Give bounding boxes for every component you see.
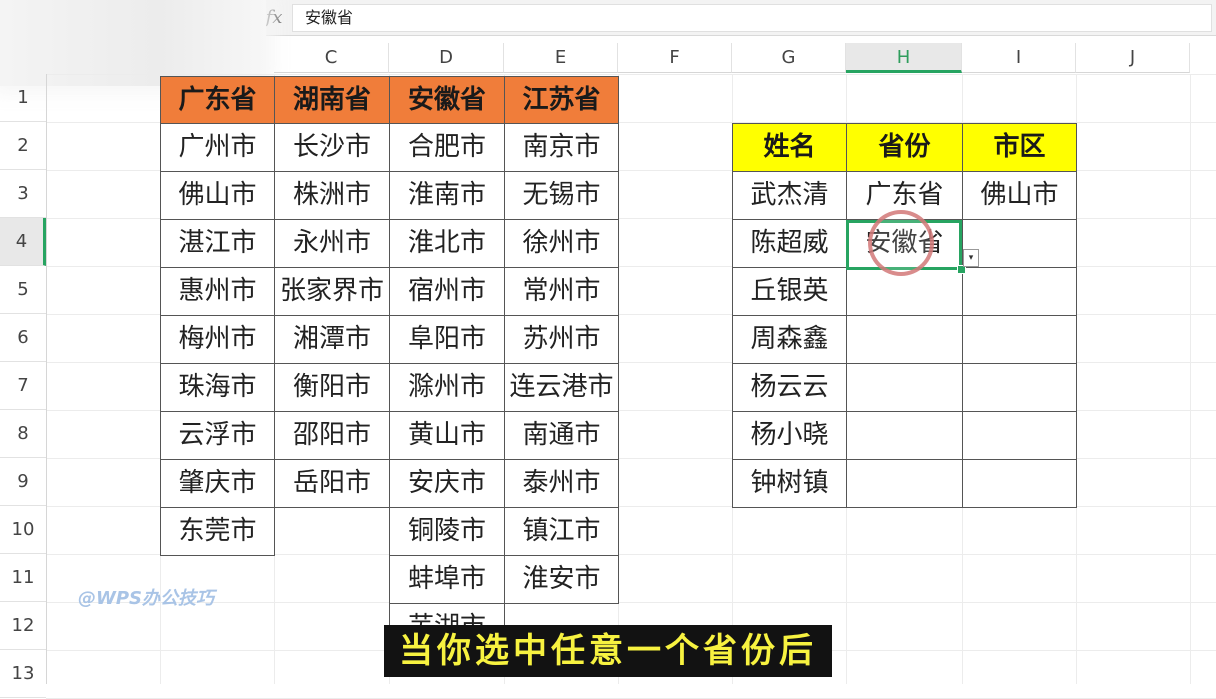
city-cell[interactable]: 淮北市 <box>389 219 505 268</box>
city-cell[interactable]: 苏州市 <box>504 315 619 364</box>
city-cell[interactable]: 永州市 <box>274 219 390 268</box>
lookup-cell[interactable] <box>846 411 963 460</box>
col-header-i[interactable]: I <box>962 43 1076 73</box>
city-cell[interactable]: 徐州市 <box>504 219 619 268</box>
city-cell[interactable]: 衡阳市 <box>274 363 390 412</box>
lookup-cell[interactable] <box>962 219 1077 268</box>
col-header-j[interactable]: J <box>1076 43 1190 73</box>
video-subtitle: 当你选中任意一个省份后 <box>384 625 832 677</box>
lookup-cell[interactable]: 钟树镇 <box>732 459 847 508</box>
lookup-cell[interactable]: 武杰清 <box>732 171 847 220</box>
lookup-cell[interactable]: 佛山市 <box>962 171 1077 220</box>
city-cell[interactable]: 安庆市 <box>389 459 505 508</box>
row-header-separator <box>46 74 47 684</box>
row-header-3[interactable]: 3 <box>0 170 46 218</box>
city-cell[interactable]: 连云港市 <box>504 363 619 412</box>
row-header-6[interactable]: 6 <box>0 314 46 362</box>
city-cell[interactable]: 南京市 <box>504 123 619 172</box>
row-header-11[interactable]: 11 <box>0 554 46 602</box>
gridline-col <box>1190 74 1191 684</box>
city-cell[interactable]: 合肥市 <box>389 123 505 172</box>
city-cell[interactable]: 东莞市 <box>160 507 275 556</box>
city-cell[interactable]: 常州市 <box>504 267 619 316</box>
row-header-1[interactable]: 1 <box>0 74 46 122</box>
row-header-5[interactable]: 5 <box>0 266 46 314</box>
province-header-cell[interactable]: 安徽省 <box>389 76 505 124</box>
city-cell[interactable]: 无锡市 <box>504 171 619 220</box>
city-cell[interactable]: 岳阳市 <box>274 459 390 508</box>
city-cell[interactable]: 惠州市 <box>160 267 275 316</box>
lookup-cell[interactable] <box>962 411 1077 460</box>
city-cell[interactable]: 镇江市 <box>504 507 619 556</box>
click-indicator <box>868 210 934 276</box>
row-header-9[interactable]: 9 <box>0 458 46 506</box>
lookup-cell[interactable] <box>846 459 963 508</box>
row-header-7[interactable]: 7 <box>0 362 46 410</box>
row-header-12[interactable]: 12 <box>0 602 46 650</box>
formula-input[interactable]: 安徽省 <box>292 4 1212 32</box>
city-cell[interactable]: 肇庆市 <box>160 459 275 508</box>
city-cell[interactable]: 长沙市 <box>274 123 390 172</box>
dropdown-arrow-icon[interactable]: ▾ <box>963 249 979 267</box>
lookup-cell[interactable] <box>962 363 1077 412</box>
row-header-10[interactable]: 10 <box>0 506 46 554</box>
city-cell[interactable]: 佛山市 <box>160 171 275 220</box>
province-header-cell[interactable]: 湖南省 <box>274 76 390 124</box>
city-cell[interactable]: 黄山市 <box>389 411 505 460</box>
gridline-row <box>46 602 1216 603</box>
col-header-d[interactable]: D <box>389 43 504 73</box>
city-cell[interactable]: 铜陵市 <box>389 507 505 556</box>
city-cell[interactable]: 阜阳市 <box>389 315 505 364</box>
city-cell[interactable]: 珠海市 <box>160 363 275 412</box>
city-cell[interactable]: 株洲市 <box>274 171 390 220</box>
row-header-4[interactable]: 4 <box>0 218 46 266</box>
province-header-cell[interactable]: 江苏省 <box>504 76 619 124</box>
city-cell[interactable]: 湘潭市 <box>274 315 390 364</box>
city-cell[interactable]: 滁州市 <box>389 363 505 412</box>
gridline-row <box>46 74 1216 75</box>
province-header-cell[interactable]: 广东省 <box>160 76 275 124</box>
lookup-cell[interactable] <box>962 459 1077 508</box>
city-cell[interactable]: 广州市 <box>160 123 275 172</box>
lookup-cell[interactable] <box>962 267 1077 316</box>
city-cell[interactable]: 张家界市 <box>274 267 390 316</box>
lookup-header-cell[interactable]: 省份 <box>846 123 963 172</box>
city-cell[interactable]: 湛江市 <box>160 219 275 268</box>
lookup-cell[interactable]: 杨小晓 <box>732 411 847 460</box>
city-cell[interactable]: 淮南市 <box>389 171 505 220</box>
lookup-cell[interactable]: 陈超威 <box>732 219 847 268</box>
city-cell[interactable]: 云浮市 <box>160 411 275 460</box>
col-header-f[interactable]: F <box>618 43 732 73</box>
row-header-2[interactable]: 2 <box>0 122 46 170</box>
col-header-e[interactable]: E <box>504 43 618 73</box>
city-cell[interactable]: 南通市 <box>504 411 619 460</box>
lookup-header-cell[interactable]: 市区 <box>962 123 1077 172</box>
lookup-cell[interactable]: 周森鑫 <box>732 315 847 364</box>
row-header-13[interactable]: 13 <box>0 650 46 698</box>
watermark: @WPS办公技巧 <box>78 588 215 609</box>
lookup-cell[interactable] <box>846 363 963 412</box>
col-header-c[interactable]: C <box>274 43 389 73</box>
lookup-cell[interactable] <box>846 315 963 364</box>
city-cell[interactable]: 宿州市 <box>389 267 505 316</box>
col-header-h[interactable]: H <box>846 43 962 73</box>
lookup-header-cell[interactable]: 姓名 <box>732 123 847 172</box>
lookup-cell[interactable]: 丘银英 <box>732 267 847 316</box>
row-header-8[interactable]: 8 <box>0 410 46 458</box>
lookup-cell[interactable] <box>962 315 1077 364</box>
city-cell[interactable]: 蚌埠市 <box>389 555 505 604</box>
city-cell[interactable]: 泰州市 <box>504 459 619 508</box>
city-cell[interactable]: 淮安市 <box>504 555 619 604</box>
col-header-g[interactable]: G <box>732 43 846 73</box>
lookup-cell[interactable]: 杨云云 <box>732 363 847 412</box>
city-cell[interactable]: 梅州市 <box>160 315 275 364</box>
city-cell[interactable]: 邵阳市 <box>274 411 390 460</box>
